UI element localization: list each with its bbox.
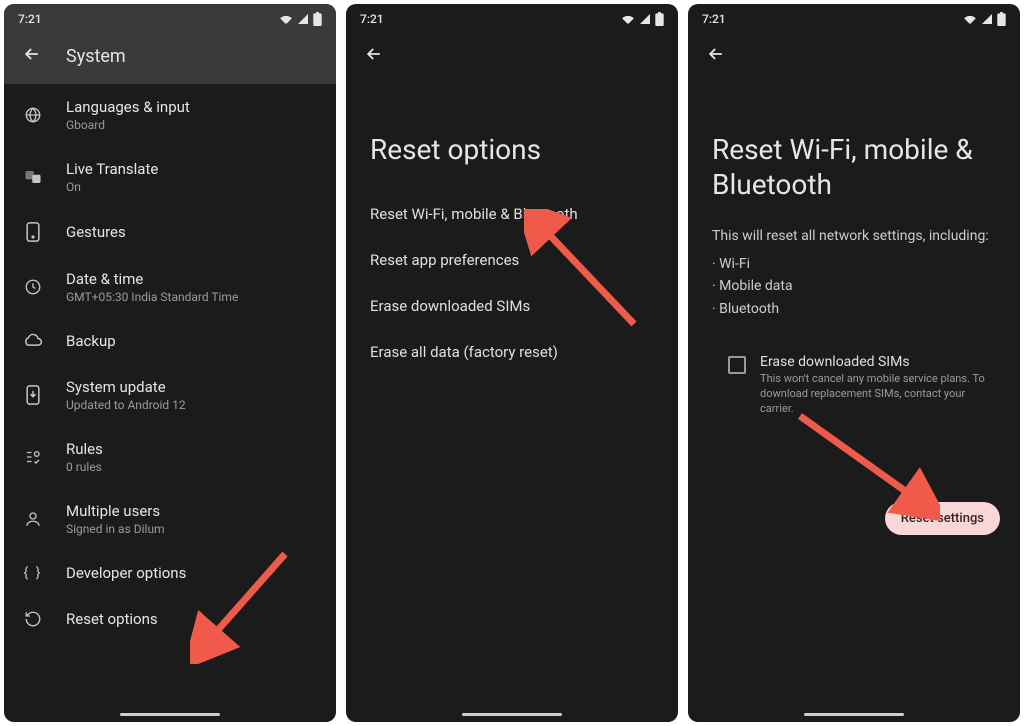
status-icons (279, 12, 322, 26)
description: This will reset all network settings, in… (688, 226, 1020, 247)
users-icon (22, 510, 44, 528)
item-sub: On (66, 180, 158, 194)
settings-item-gestures[interactable]: Gestures (4, 208, 336, 256)
status-time: 7:21 (702, 12, 726, 26)
page-title: System (66, 46, 126, 67)
settings-item-backup[interactable]: Backup (4, 318, 336, 364)
clock-icon (22, 278, 44, 296)
back-icon[interactable] (22, 44, 42, 68)
topbar (688, 30, 1020, 78)
bullet-0: · Wi-Fi (712, 253, 996, 275)
reset-option-1[interactable]: Reset app preferences (346, 237, 678, 283)
item-title: Gestures (66, 223, 126, 241)
reset-option-0[interactable]: Reset Wi-Fi, mobile & Bluetooth (346, 191, 678, 237)
status-time: 7:21 (18, 12, 42, 26)
settings-item-languages-input[interactable]: Languages & input Gboard (4, 84, 336, 146)
status-time: 7:21 (360, 12, 384, 26)
item-title: Live Translate (66, 160, 158, 178)
signal-icon (297, 13, 309, 25)
battery-icon (313, 12, 322, 26)
item-title: Languages & input (66, 98, 190, 116)
settings-item-rules[interactable]: Rules 0 rules (4, 426, 336, 488)
home-indicator (120, 713, 220, 716)
bullet-2: · Bluetooth (712, 298, 996, 320)
phone-screen-3: 7:21 Reset Wi-Fi, mobile & Bluetooth Thi… (688, 4, 1020, 722)
home-indicator (804, 713, 904, 716)
settings-item-system-update[interactable]: System update Updated to Android 12 (4, 364, 336, 426)
rules-icon (22, 448, 44, 466)
cloud-icon (22, 333, 44, 349)
item-title: Developer options (66, 564, 186, 582)
status-icons (621, 12, 664, 26)
checkbox-icon[interactable] (728, 356, 746, 374)
status-bar: 7:21 (346, 4, 678, 30)
item-title: Rules (66, 440, 103, 458)
item-title: System update (66, 378, 186, 396)
settings-item-live-translate[interactable]: Live Translate On (4, 146, 336, 208)
erase-sims-title: Erase downloaded SIMs (760, 354, 996, 370)
reset-option-2[interactable]: Erase downloaded SIMs (346, 283, 678, 329)
home-indicator (462, 713, 562, 716)
reset-settings-button[interactable]: Reset settings (885, 502, 1000, 535)
settings-item-reset-options[interactable]: Reset options (4, 596, 336, 642)
bullet-list: · Wi-Fi· Mobile data· Bluetooth (688, 247, 1020, 340)
item-sub: Gboard (66, 118, 190, 132)
translate-icon (22, 168, 44, 186)
item-title: Backup (66, 332, 116, 350)
erase-sims-sub: This won't cancel any mobile service pla… (760, 372, 996, 417)
topbar (346, 30, 678, 78)
status-bar: 7:21 (4, 4, 336, 30)
back-icon[interactable] (364, 44, 384, 68)
gesture-icon (22, 222, 44, 242)
back-icon[interactable] (706, 44, 726, 68)
reset-options-list: Reset Wi-Fi, mobile & BluetoothReset app… (346, 191, 678, 722)
reset-option-3[interactable]: Erase all data (factory reset) (346, 329, 678, 375)
settings-item-multiple-users[interactable]: Multiple users Signed in as Dilum (4, 488, 336, 550)
item-sub: Signed in as Dilum (66, 522, 165, 536)
item-title: Date & time (66, 270, 238, 288)
item-title: Reset options (66, 610, 158, 628)
settings-list: Languages & input Gboard Live Translate On G… (4, 84, 336, 722)
page-title: Reset Wi-Fi, mobile & Bluetooth (688, 78, 1020, 226)
reset-icon (22, 610, 44, 628)
settings-item-developer-options[interactable]: { } Developer options (4, 550, 336, 596)
update-icon (22, 385, 44, 405)
globe-icon (22, 106, 44, 124)
phone-screen-1: 7:21 System Languages & input Gboard Live … (4, 4, 336, 722)
wifi-icon (963, 13, 977, 25)
signal-icon (639, 13, 651, 25)
erase-sims-row[interactable]: Erase downloaded SIMs This won't cancel … (688, 340, 1020, 427)
code-icon: { } (22, 565, 44, 581)
status-bar: 7:21 (688, 4, 1020, 30)
battery-icon (655, 12, 664, 26)
item-sub: GMT+05:30 India Standard Time (66, 290, 238, 304)
signal-icon (981, 13, 993, 25)
page-title: Reset options (346, 78, 678, 191)
item-sub: 0 rules (66, 460, 103, 474)
wifi-icon (279, 13, 293, 25)
topbar: System (4, 30, 336, 84)
bullet-1: · Mobile data (712, 275, 996, 297)
wifi-icon (621, 13, 635, 25)
item-title: Multiple users (66, 502, 165, 520)
settings-item-date-time[interactable]: Date & time GMT+05:30 India Standard Time (4, 256, 336, 318)
phone-screen-2: 7:21 Reset options Reset Wi-Fi, mobile &… (346, 4, 678, 722)
status-icons (963, 12, 1006, 26)
item-sub: Updated to Android 12 (66, 398, 186, 412)
battery-icon (997, 12, 1006, 26)
